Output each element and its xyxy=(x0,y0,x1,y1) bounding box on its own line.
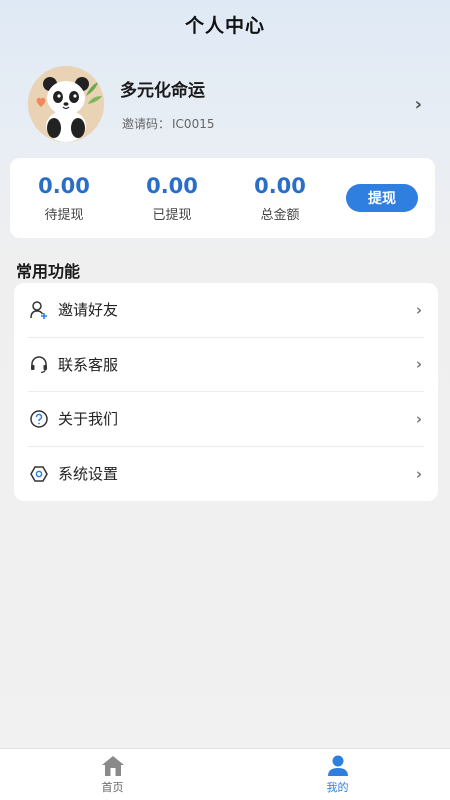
chevron-right-icon: › xyxy=(414,93,422,115)
menu-label-settings: 系统设置 xyxy=(58,465,119,484)
menu-item-support[interactable]: 联系客服 › xyxy=(28,338,424,392)
headset-icon xyxy=(28,353,50,375)
tab-mine-label: 我的 xyxy=(326,780,349,794)
invite-code-value: IC0015 xyxy=(172,117,215,131)
pending-label: 待提现 xyxy=(44,207,84,223)
withdrawn-label: 已提现 xyxy=(152,207,192,223)
chevron-right-icon: › xyxy=(415,300,422,319)
wallet-withdrawn: 0.00 已提现 xyxy=(118,174,226,223)
wallet-pending: 0.00 待提现 xyxy=(10,174,118,223)
menu-item-invite[interactable]: 邀请好友 › xyxy=(28,283,424,338)
withdraw-button[interactable]: 提现 xyxy=(346,184,418,212)
menu-label-invite: 邀请好友 xyxy=(58,301,119,320)
panda-avatar-icon xyxy=(28,66,104,142)
chevron-right-icon: › xyxy=(415,409,422,428)
profile-name: 多元化命运 xyxy=(120,81,205,101)
total-amount: 0.00 xyxy=(254,173,306,198)
profile-info: 多元化命运 邀请码： IC0015 xyxy=(120,76,415,132)
total-label: 总金额 xyxy=(260,207,300,223)
invite-code-label: 邀请码： xyxy=(122,117,171,131)
wallet-card: 0.00 待提现 0.00 已提现 0.00 总金额 提现 xyxy=(10,158,435,238)
menu-item-settings[interactable]: 系统设置 › xyxy=(28,447,424,502)
invite-code-row: 邀请码： IC0015 xyxy=(120,115,415,132)
wallet-total: 0.00 总金额 xyxy=(226,174,334,223)
features-menu: 邀请好友 › 联系客服 › 关于我们 › 系统设置 › xyxy=(14,283,438,501)
pending-amount: 0.00 xyxy=(38,173,90,198)
question-icon xyxy=(28,408,50,430)
features-title: 常用功能 xyxy=(16,262,81,281)
chevron-right-icon: › xyxy=(415,355,422,374)
profile-row[interactable]: 多元化命运 邀请码： IC0015 › xyxy=(14,66,436,142)
tab-home-label: 首页 xyxy=(101,780,124,794)
page-title: 个人中心 xyxy=(184,14,265,37)
bottom-tab-bar: 首页 我的 xyxy=(0,748,450,800)
person-icon xyxy=(327,755,348,776)
withdrawn-amount: 0.00 xyxy=(146,173,198,198)
chevron-right-icon: › xyxy=(415,464,422,483)
settings-icon xyxy=(28,463,50,485)
user-add-icon xyxy=(28,299,50,321)
menu-label-support: 联系客服 xyxy=(58,355,119,374)
avatar[interactable] xyxy=(28,66,104,142)
tab-mine[interactable]: 我的 xyxy=(225,749,450,800)
menu-item-about[interactable]: 关于我们 › xyxy=(28,392,424,447)
top-bar: 个人中心 xyxy=(0,0,450,48)
tab-home[interactable]: 首页 xyxy=(0,749,225,800)
menu-label-about: 关于我们 xyxy=(58,410,119,429)
home-icon xyxy=(101,755,124,776)
